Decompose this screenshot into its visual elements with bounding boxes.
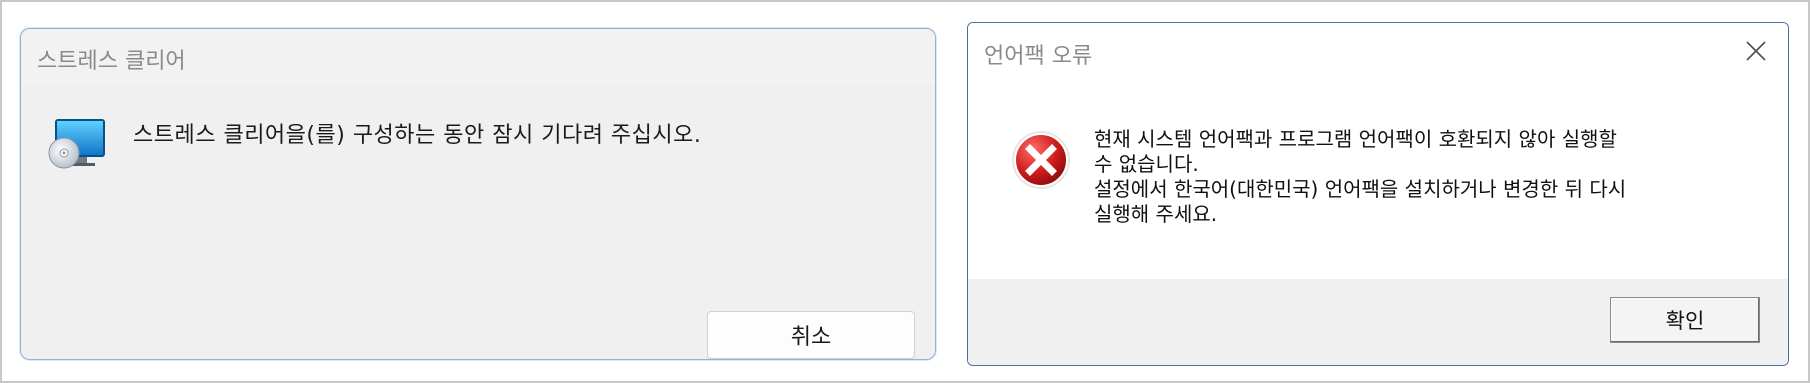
close-icon (1746, 41, 1766, 61)
setup-message: 스트레스 클리어을(를) 구성하는 동안 잠시 기다려 주십시오. (133, 123, 702, 148)
error-message: 현재 시스템 언어팩과 프로그램 언어팩이 호환되지 않아 실행할 수 없습니다… (1094, 127, 1754, 227)
setup-dialog-title: 스트레스 클리어 (37, 49, 186, 74)
cancel-button[interactable]: 취소 (707, 311, 915, 359)
setup-dialog: 스트레스 클리어 스트레스 클리어을(를) 구성하는 동안 잠시 기다려 주십시… (20, 28, 936, 360)
error-x-icon (1010, 129, 1072, 191)
computer-disc-icon (47, 115, 109, 177)
ok-button[interactable]: 확인 (1610, 297, 1760, 343)
error-dialog: 언어팩 오류 현재 시스템 언어팩과 프로그램 언어팩이 호환되지 않아 실행할… (967, 22, 1789, 366)
error-message-line: 설정에서 한국어(대한민국) 언어팩을 설치하거나 변경한 뒤 다시 (1094, 177, 1627, 201)
setup-dialog-body: 스트레스 클리어을(를) 구성하는 동안 잠시 기다려 주십시오. 취소 (21, 85, 935, 359)
error-dialog-titlebar[interactable]: 언어팩 오류 (968, 23, 1788, 79)
error-dialog-title: 언어팩 오류 (984, 44, 1093, 69)
error-message-line: 실행해 주세요. (1094, 202, 1218, 226)
close-button[interactable] (1734, 29, 1778, 73)
error-message-line: 수 없습니다. (1094, 152, 1199, 176)
setup-dialog-titlebar[interactable]: 스트레스 클리어 (21, 29, 935, 85)
error-dialog-content: 현재 시스템 언어팩과 프로그램 언어팩이 호환되지 않아 실행할 수 없습니다… (968, 79, 1788, 279)
error-message-line: 현재 시스템 언어팩과 프로그램 언어팩이 호환되지 않아 실행할 (1094, 127, 1617, 151)
